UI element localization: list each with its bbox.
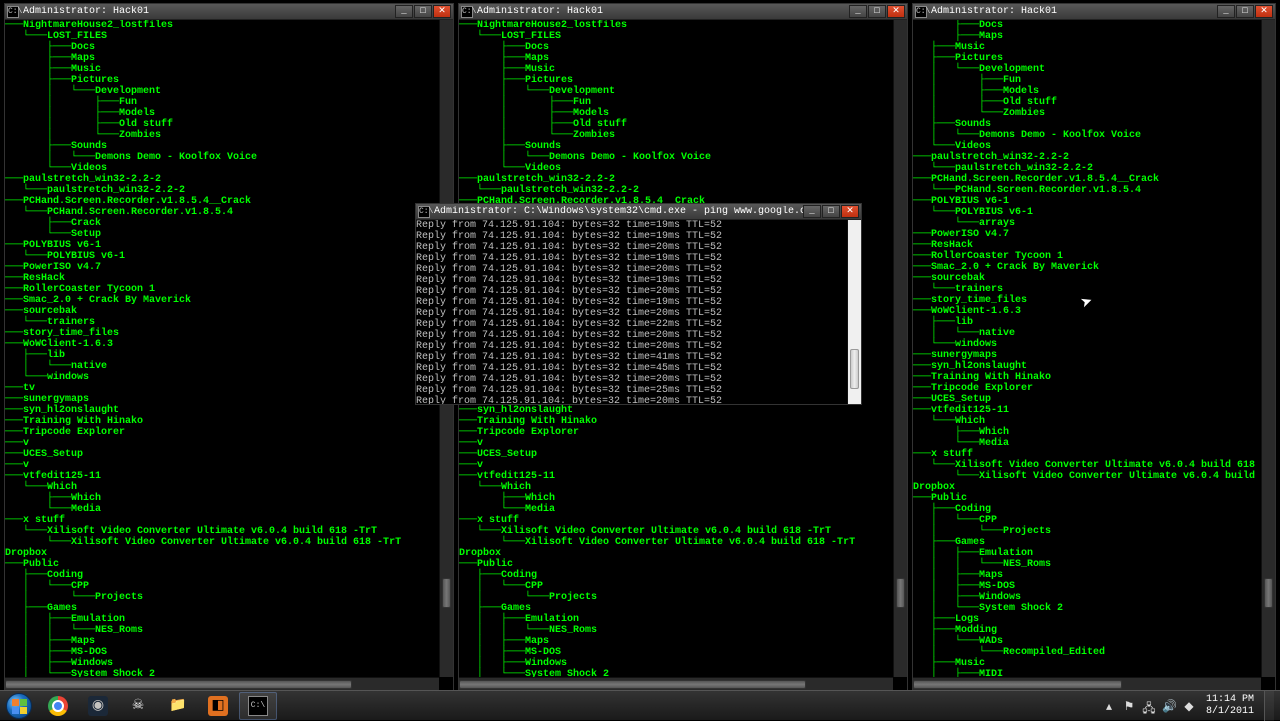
cmd-icon: C:\ [7,6,19,18]
title-right: Administrator: Hack01 [931,6,1217,17]
maximize-button[interactable]: □ [868,5,886,18]
taskbar-clock[interactable]: 11:14 PM 8/1/2011 [1202,694,1258,718]
taskbar-chrome[interactable] [39,692,77,720]
console-ping[interactable]: C:\ Administrator: C:\Windows\system32\c… [415,203,862,405]
show-desktop-button[interactable] [1264,691,1274,721]
close-button[interactable]: ✕ [433,5,451,18]
clock-time: 11:14 PM [1206,694,1254,706]
taskbar-cmd[interactable]: C:\ [239,692,277,720]
steam-icon: ◉ [88,696,108,716]
scrollbar-h-right[interactable] [913,677,1261,691]
title-middle: Administrator: Hack01 [477,6,849,17]
taskbar-explorer[interactable]: 📁 [159,692,197,720]
system-tray[interactable]: ▴ ⚑ 🖧 🔊 ◆ 11:14 PM 8/1/2011 [1102,691,1280,721]
folder-icon: 📁 [168,696,188,716]
taskbar[interactable]: ◉ ☠ 📁 ◧ C:\ ▴ ⚑ 🖧 🔊 ◆ 11:14 PM 8/1/2011 [0,690,1280,720]
title-ping: Administrator: C:\Windows\system32\cmd.e… [434,206,803,217]
titlebar-left[interactable]: C:\ Administrator: Hack01 _ □ ✕ [5,4,453,20]
tray-up-icon[interactable]: ▴ [1102,699,1116,713]
close-button[interactable]: ✕ [1255,5,1273,18]
minimize-button[interactable]: _ [849,5,867,18]
volume-icon[interactable]: 🔊 [1162,699,1176,713]
console-right[interactable]: C:\ Administrator: Hack01 _ □ ✕ ├───Docs… [912,3,1276,692]
close-button[interactable]: ✕ [841,205,859,218]
title-left: Administrator: Hack01 [23,6,395,17]
maximize-button[interactable]: □ [1236,5,1254,18]
tray-app-icon[interactable]: ◆ [1182,699,1196,713]
console-body-left[interactable]: ───NightmareHouse2_lostfiles └───LOST_FI… [5,20,453,691]
cmd-icon: C:\ [418,206,430,218]
action-center-icon[interactable]: ⚑ [1122,699,1136,713]
taskbar-app-orange[interactable]: ◧ [199,692,237,720]
scrollbar-v-ping[interactable] [847,220,861,404]
minimize-button[interactable]: _ [395,5,413,18]
start-button[interactable] [0,691,38,721]
close-button[interactable]: ✕ [887,5,905,18]
cmd-icon: C:\ [915,6,927,18]
taskbar-app-skull[interactable]: ☠ [119,692,157,720]
minimize-button[interactable]: _ [803,205,821,218]
console-body-right[interactable]: ├───Docs ├───Maps ├───Music ├───Pictures… [913,20,1275,691]
scrollbar-v-middle[interactable] [893,20,907,677]
titlebar-middle[interactable]: C:\ Administrator: Hack01 _ □ ✕ [459,4,907,20]
scrollbar-h-middle[interactable] [459,677,893,691]
chrome-icon [48,696,68,716]
taskbar-steam[interactable]: ◉ [79,692,117,720]
cmd-icon: C:\ [461,6,473,18]
network-icon[interactable]: 🖧 [1142,699,1156,713]
scrollbar-v-right[interactable] [1261,20,1275,677]
console-body-ping[interactable]: Reply from 74.125.91.104: bytes=32 time=… [416,220,861,404]
titlebar-ping[interactable]: C:\ Administrator: C:\Windows\system32\c… [416,204,861,220]
console-left[interactable]: C:\ Administrator: Hack01 _ □ ✕ ───Night… [4,3,454,692]
maximize-button[interactable]: □ [414,5,432,18]
scrollbar-h-left[interactable] [5,677,439,691]
clock-date: 8/1/2011 [1206,706,1254,718]
skull-icon: ☠ [128,696,148,716]
minimize-button[interactable]: _ [1217,5,1235,18]
titlebar-right[interactable]: C:\ Administrator: Hack01 _ □ ✕ [913,4,1275,20]
cmd-icon: C:\ [248,696,268,716]
maximize-button[interactable]: □ [822,205,840,218]
app-icon: ◧ [208,696,228,716]
